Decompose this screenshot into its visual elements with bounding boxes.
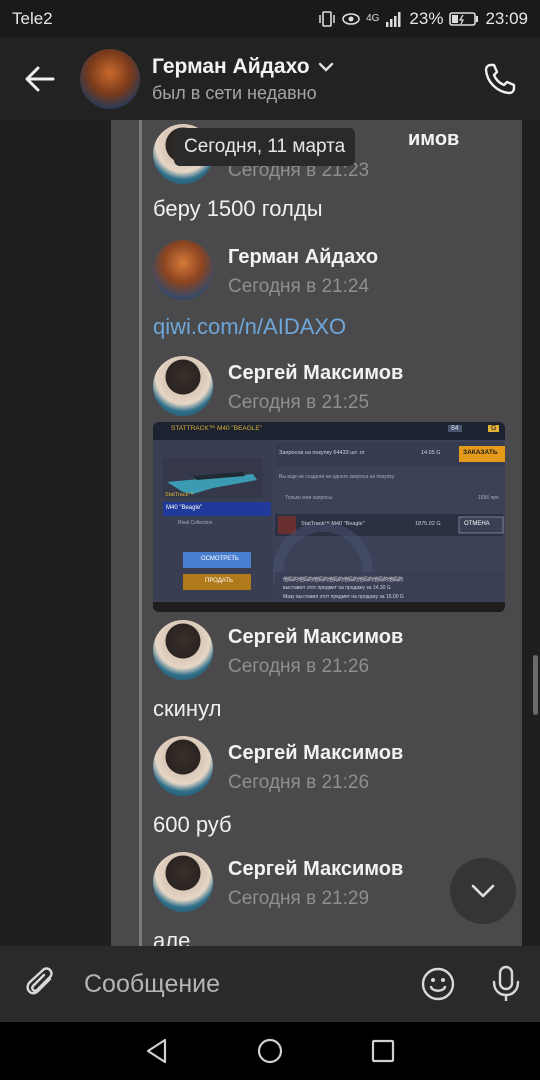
message-time: Сегодня в 21:25 xyxy=(228,392,370,413)
back-button[interactable] xyxy=(0,38,80,120)
status-bar: Tele2 4G 23% 23:09 xyxy=(0,0,540,38)
quote-bar xyxy=(139,120,142,946)
clock: 23:09 xyxy=(485,9,528,28)
circle-home-icon xyxy=(257,1038,283,1064)
message-input[interactable]: Сообщение xyxy=(84,970,404,999)
contact-status: был в сети недавно xyxy=(152,82,317,103)
message-header: Сергей Максимов Сегодня в 21:25 xyxy=(153,356,513,416)
sender-name: Сергей Максимов xyxy=(228,626,404,648)
message-composer: Сообщение xyxy=(0,946,540,1022)
chat-header: Герман Айдахо был в сети недавно xyxy=(0,38,540,120)
message-text: скинул xyxy=(153,696,222,721)
collection-label: Rival Collection xyxy=(178,520,213,526)
vibrate-icon xyxy=(319,11,335,27)
forwarded-messages-bubble[interactable]: Сегодня, 11 марта имов Сегодня в 21:23 б… xyxy=(111,120,522,946)
no-requests-text: Вы еще не создали ни одного запроса на п… xyxy=(279,474,395,480)
message-text: беру 1500 голды xyxy=(153,196,323,221)
contact-info[interactable]: Герман Айдахо был в сети недавно xyxy=(152,55,460,104)
square-recents-icon xyxy=(372,1039,395,1063)
arrow-left-icon xyxy=(25,66,55,92)
requests-label: Запросов на покупку 64433 шт. от xyxy=(279,450,366,456)
battery-percent: 23% xyxy=(409,9,444,28)
sender-avatar[interactable] xyxy=(153,736,213,796)
log-line: выставил этот предмет на продажу за 14.3… xyxy=(283,585,391,591)
message-header: Сергей Максимов Сегодня в 21:26 xyxy=(153,736,513,796)
system-nav-bar xyxy=(0,1022,540,1080)
item-title: STATTRACK™ M40 "BEAGLE" xyxy=(171,425,263,432)
sender-avatar[interactable] xyxy=(153,240,213,300)
sender-avatar[interactable] xyxy=(153,356,213,416)
message-text: але xyxy=(153,928,191,946)
sender-avatar[interactable] xyxy=(153,852,213,912)
sender-name: Герман Айдахо xyxy=(228,246,379,268)
message-list[interactable]: Сегодня, 11 марта имов Сегодня в 21:23 б… xyxy=(0,120,540,946)
count-label: 1656 пре xyxy=(478,495,499,501)
voice-button[interactable] xyxy=(472,946,540,1022)
sender-name: Сергей Максимов xyxy=(228,742,404,764)
smile-icon xyxy=(421,967,455,1001)
balance-g: G xyxy=(488,425,500,432)
contact-avatar[interactable] xyxy=(80,49,140,109)
message-time: Сегодня в 21:26 xyxy=(228,656,370,677)
date-tooltip: Сегодня, 11 марта xyxy=(174,128,356,166)
chevron-down-icon xyxy=(471,884,495,898)
nav-home-button[interactable] xyxy=(240,1022,300,1080)
log-line: 他妈的他妈的他妈的他妈的他妈的他妈的他妈的他妈的 xyxy=(283,577,404,583)
scroll-to-bottom-button[interactable] xyxy=(450,858,516,924)
paperclip-icon xyxy=(26,967,53,995)
nav-recents-button[interactable] xyxy=(353,1022,413,1080)
message-time: Сегодня в 21:29 xyxy=(228,888,370,909)
sell-button: ПРОДАТЬ xyxy=(205,578,233,584)
log-line: Мазу выставил этот предмет на продажу за… xyxy=(283,594,404,600)
emoji-button[interactable] xyxy=(404,946,472,1022)
balance-b: 84 xyxy=(448,425,462,432)
phone-icon xyxy=(484,63,516,95)
attached-image[interactable]: STATTRACK™ M40 "BEAGLE" 84 G Запросов на… xyxy=(153,422,505,612)
microphone-icon xyxy=(492,965,520,1001)
cancel-button: ОТМЕНА xyxy=(464,521,490,527)
attach-button[interactable] xyxy=(0,946,84,1022)
chat-screen: Tele2 4G 23% 23:09 Герман Айдахо был в с… xyxy=(0,0,540,1080)
only-my-label: Только мои запросы xyxy=(285,495,333,501)
message-link[interactable]: qiwi.com/n/AIDAXO xyxy=(153,314,346,340)
message-time: Сегодня в 21:24 xyxy=(228,276,370,297)
message-header: Сергей Максимов Сегодня в 21:26 xyxy=(153,620,513,680)
row-item: StatTrack™ M40 "Beagle" xyxy=(301,521,365,527)
eye-icon xyxy=(342,13,360,25)
view-button: ОСМОТРЕТЬ xyxy=(201,556,239,562)
sender-name: Сергей Максимов xyxy=(228,362,404,384)
requests-price: 14.05 G xyxy=(421,450,441,456)
carrier-label: Tele2 xyxy=(12,9,53,28)
message-header: Герман Айдахо Сегодня в 21:24 xyxy=(153,240,513,300)
item-name: M40 "Beagle" xyxy=(166,505,203,511)
message-time: Сегодня в 21:26 xyxy=(228,772,370,793)
battery-icon xyxy=(449,12,479,26)
triangle-back-icon xyxy=(146,1038,166,1064)
row-price: 1875.02 G xyxy=(415,521,441,527)
sender-name: Сергей Максимов xyxy=(228,858,404,880)
call-button[interactable] xyxy=(460,38,540,120)
network-type-label: 4G xyxy=(366,13,380,24)
nav-back-button[interactable] xyxy=(127,1022,187,1080)
message-text: 600 руб xyxy=(153,812,232,837)
order-button: ЗАКАЗАТЬ xyxy=(463,449,498,456)
chevron-down-icon xyxy=(318,62,333,72)
scrollbar[interactable] xyxy=(533,655,538,715)
signal-icon xyxy=(386,12,401,27)
contact-name: Герман Айдахо xyxy=(152,54,310,78)
sender-avatar[interactable] xyxy=(153,620,213,680)
sender-name: имов xyxy=(408,128,460,150)
statrack-label: StatTrack™ xyxy=(165,492,194,498)
